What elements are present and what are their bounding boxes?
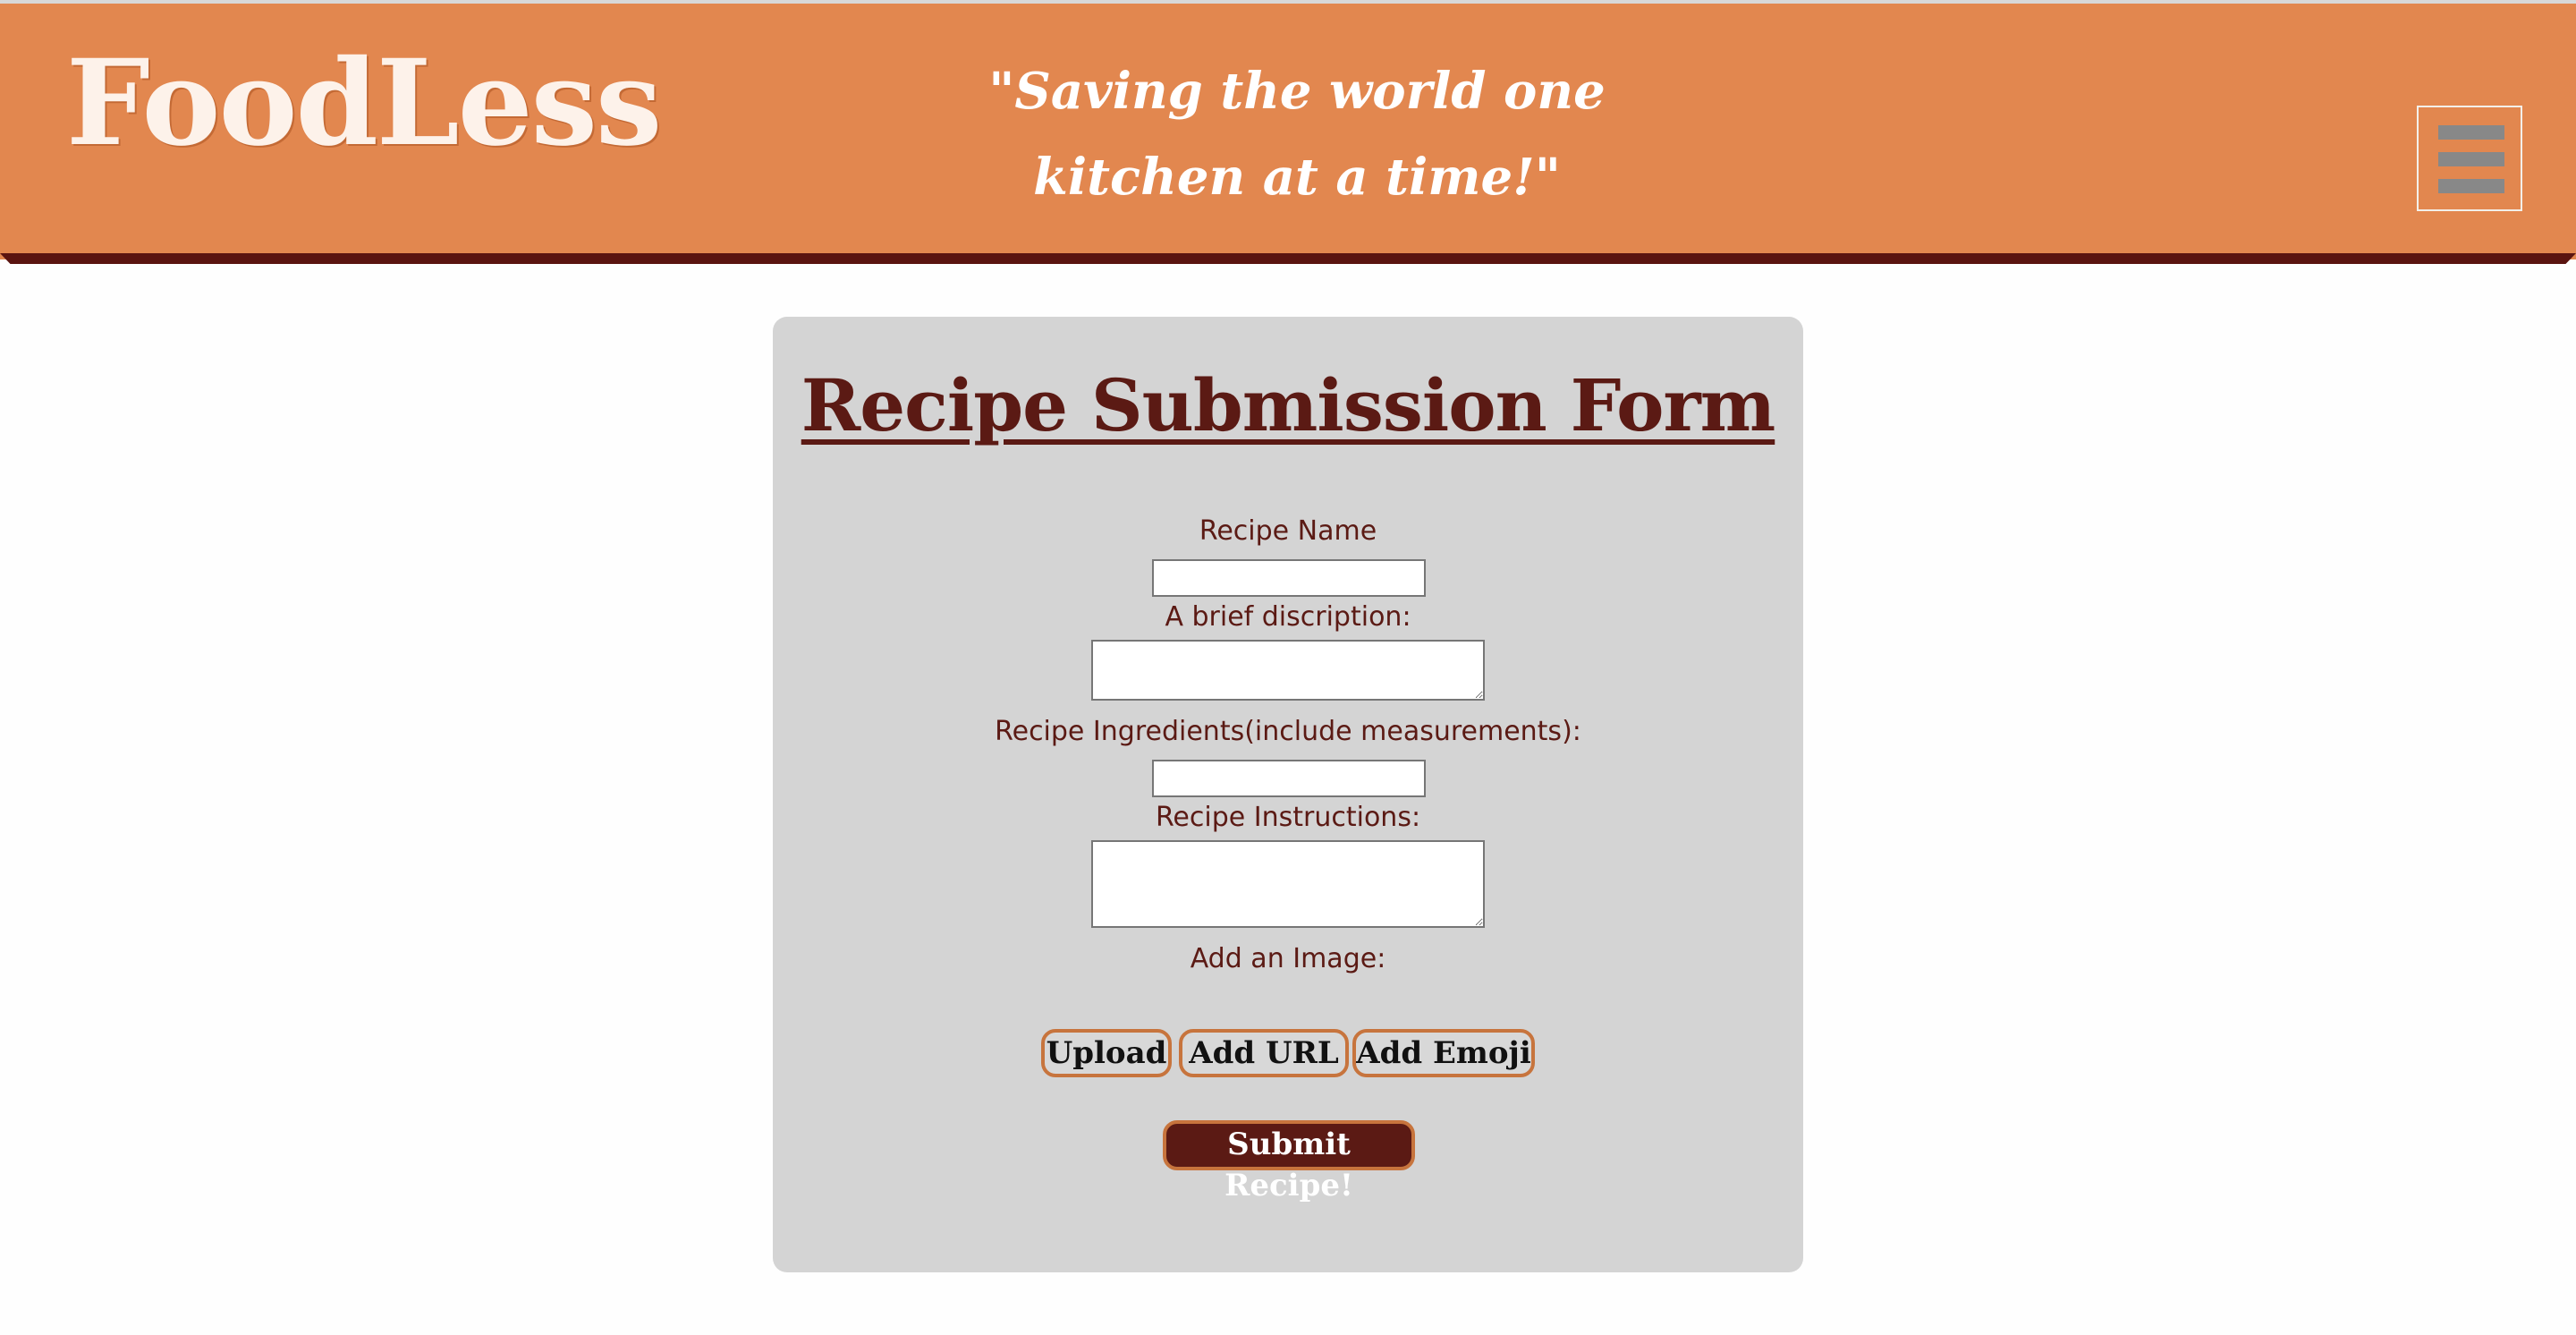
recipe-name-input[interactable] [1152,559,1426,597]
hamburger-menu-button[interactable] [2417,106,2522,211]
image-label: Add an Image: [1190,943,1386,974]
menu-bar-top [2438,125,2504,140]
form-title: Recipe Submission Form [801,363,1776,447]
ingredients-input[interactable] [1152,760,1426,797]
menu-bar-bottom [2438,179,2504,193]
upload-button[interactable]: Upload [1041,1029,1172,1077]
site-tagline: "Saving the world one kitchen at a time!… [988,62,1606,207]
recipe-submission-form: Recipe Submission Form Recipe Name A bri… [773,317,1803,1272]
description-textarea[interactable] [1091,640,1485,701]
ingredients-label: Recipe Ingredients(include measurements)… [995,716,1581,747]
add-url-button[interactable]: Add URL [1179,1029,1349,1077]
header-divider [0,253,2576,264]
site-header: FoodLess "Saving the world one kitchen a… [0,0,2576,259]
instructions-textarea[interactable] [1091,840,1485,928]
add-emoji-button[interactable]: Add Emoji [1352,1029,1535,1077]
submit-recipe-button[interactable]: Submit Recipe! [1163,1120,1415,1203]
instructions-label: Recipe Instructions: [1155,802,1421,833]
site-logo[interactable]: FoodLess [66,34,662,173]
recipe-name-label: Recipe Name [1199,515,1377,547]
description-label: A brief discription: [1165,601,1411,633]
menu-bar-middle [2438,152,2504,166]
